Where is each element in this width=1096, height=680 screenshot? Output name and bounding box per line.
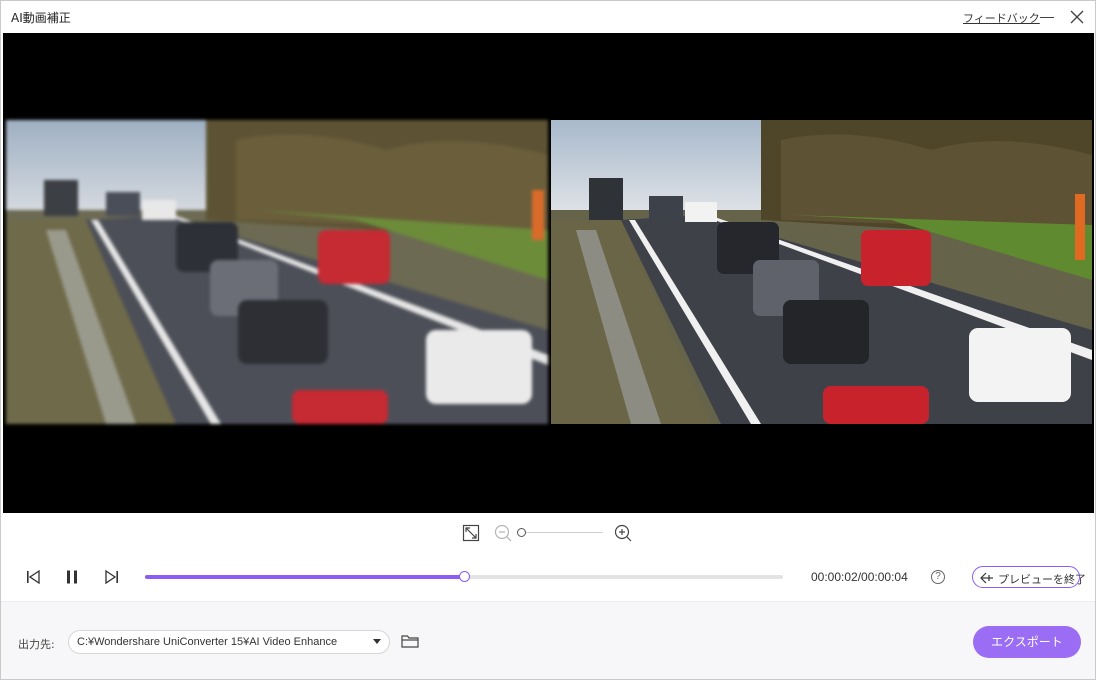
enhanced-video-frame: [551, 120, 1092, 424]
app-window: AI動画補正 フィードバック 00:00:02/00:00:04 ? プレビュー…: [0, 0, 1096, 680]
original-video-frame: [6, 120, 548, 424]
pause-button[interactable]: [62, 567, 82, 587]
next-frame-icon: [105, 569, 118, 585]
video-preview: [3, 33, 1094, 513]
pause-icon: [67, 570, 77, 584]
fit-screen-button[interactable]: [461, 523, 481, 543]
original-video-pane: [6, 120, 548, 424]
export-button[interactable]: エクスポート: [973, 626, 1081, 658]
zoom-toolbar: [1, 513, 1095, 553]
zoom-out-button[interactable]: [493, 523, 513, 543]
title-bar: AI動画補正 フィードバック: [1, 1, 1095, 33]
zoom-in-button[interactable]: [613, 523, 633, 543]
open-folder-button[interactable]: [401, 633, 419, 649]
progress-bar[interactable]: [145, 571, 783, 582]
close-button[interactable]: [1067, 7, 1087, 27]
output-path-select[interactable]: C:¥Wondershare UniConverter 15¥AI Video …: [68, 630, 390, 654]
zoom-slider-handle[interactable]: [517, 528, 526, 537]
minimize-button[interactable]: [1037, 7, 1057, 27]
previous-frame-icon: [27, 569, 40, 585]
help-icon[interactable]: ?: [931, 570, 945, 584]
time-display: 00:00:02/00:00:04: [811, 570, 908, 584]
playback-bar: 00:00:02/00:00:04 ? プレビューを終了: [1, 553, 1095, 601]
exit-preview-label: プレビューを終了: [998, 573, 1086, 586]
previous-frame-button[interactable]: [23, 567, 43, 587]
close-icon: [1070, 10, 1084, 24]
chevron-down-icon: [373, 639, 381, 644]
exit-preview-button[interactable]: プレビューを終了: [972, 566, 1086, 588]
zoom-in-icon: [614, 524, 632, 542]
window-title: AI動画補正: [11, 11, 71, 25]
output-footer: 出力先: C:¥Wondershare UniConverter 15¥AI V…: [1, 601, 1095, 679]
progress-fill: [145, 575, 464, 579]
fit-screen-icon: [462, 524, 480, 542]
output-label: 出力先:: [18, 638, 55, 651]
next-frame-button[interactable]: [102, 567, 122, 587]
feedback-link[interactable]: フィードバック: [963, 10, 1040, 26]
output-path-value: C:¥Wondershare UniConverter 15¥AI Video …: [77, 636, 338, 648]
zoom-slider-track[interactable]: [521, 532, 603, 533]
zoom-out-icon: [494, 524, 512, 542]
exit-arrow-icon: [980, 572, 993, 584]
enhanced-video-pane: [551, 120, 1092, 424]
progress-handle[interactable]: [459, 571, 470, 582]
folder-icon: [401, 635, 419, 648]
